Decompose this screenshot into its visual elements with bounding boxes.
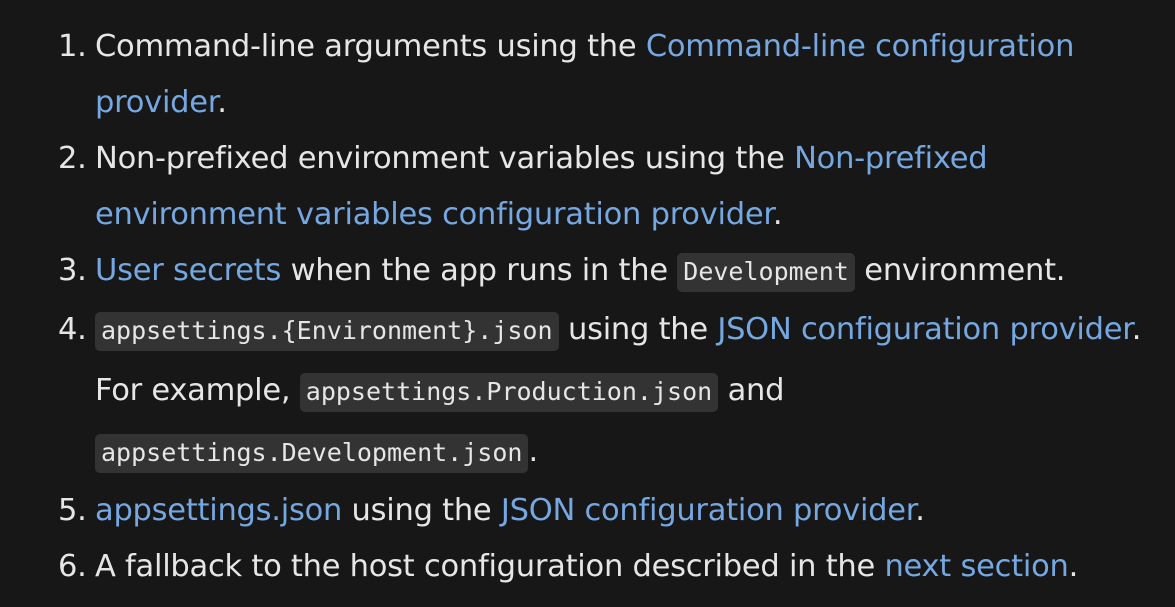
list-item-number: 2. (58, 141, 87, 176)
list-item-text: . (217, 85, 227, 120)
list-item-text: A fallback to the host configuration des… (95, 549, 885, 584)
list-item-text: . (772, 197, 783, 232)
json-provider-link[interactable]: JSON configuration provider (501, 493, 916, 528)
json-provider-link[interactable]: JSON configuration provider (717, 312, 1132, 347)
list-item: 1. Command-line arguments using the Comma… (0, 19, 1175, 131)
list-item-text: . (915, 493, 925, 528)
list-item-text: Command-line arguments using the (95, 29, 646, 64)
list-item-number: 1. (58, 29, 87, 64)
list-item: 5. appsettings.json using the JSON config… (0, 483, 1175, 539)
list-item-number: 5. (58, 493, 87, 528)
list-item-text: using the (342, 493, 501, 528)
list-item: 2. Non-prefixed environment variables usi… (0, 131, 1175, 243)
list-item-text: . (1068, 549, 1079, 584)
list-item-number: 3. (58, 253, 87, 288)
inline-code: appsettings.Development.json (95, 434, 529, 473)
list-item-text: . (528, 434, 538, 469)
list-item-number: 6. (58, 549, 87, 584)
list-item: 6. A fallback to the host configuration d… (0, 539, 1175, 595)
appsettings-json-link[interactable]: appsettings.json (95, 493, 342, 528)
inline-code: appsettings.{Environment}.json (95, 312, 559, 351)
list-item-text: and (718, 373, 785, 408)
next-section-link[interactable]: next section (884, 549, 1068, 584)
inline-code: Development (677, 253, 855, 292)
inline-code: appsettings.Production.json (299, 373, 719, 412)
user-secrets-link[interactable]: User secrets (95, 253, 281, 288)
list-item-number: 4. (58, 312, 87, 347)
list-item-text: Non-prefixed environment variables using… (95, 141, 795, 176)
list-item-text: environment. (854, 253, 1066, 288)
configuration-sources-list: 1. Command-line arguments using the Comma… (0, 19, 1175, 595)
list-item: 4. appsettings.{Environment}.json using t… (0, 300, 1175, 483)
list-item: 3. User secrets when the app runs in the … (0, 243, 1175, 300)
list-item-text: when the app runs in the (281, 253, 678, 288)
list-item-text: using the (558, 312, 718, 347)
